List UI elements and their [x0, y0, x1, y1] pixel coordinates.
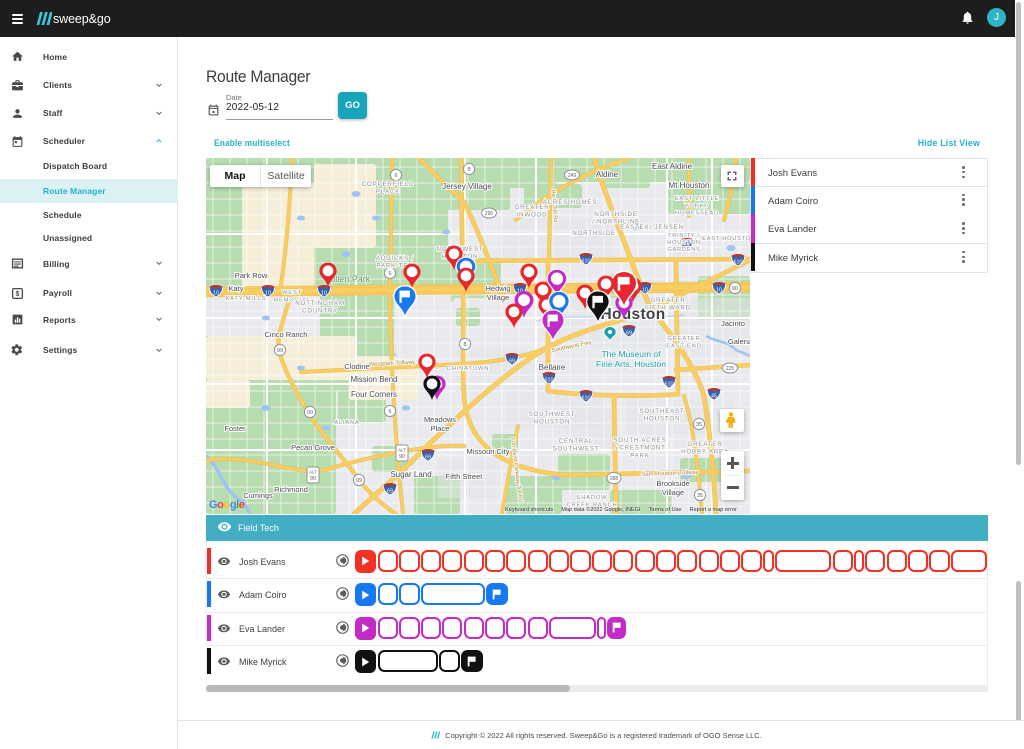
svg-text:Village: Village	[487, 293, 509, 302]
svg-text:Aldine: Aldine	[596, 170, 619, 179]
svg-text:10: 10	[642, 288, 648, 294]
svg-text:INWOOD: INWOOD	[517, 212, 548, 219]
svg-text:Houston: Houston	[601, 306, 666, 323]
svg-text:Fifth Street: Fifth Street	[446, 472, 484, 481]
svg-text:CENTRAL: CENTRAL	[559, 438, 593, 445]
svg-text:Galena: Galena	[728, 337, 750, 346]
svg-text:HOUSTON: HOUSTON	[667, 240, 700, 246]
svg-text:EAST HOUSTON: EAST HOUSTON	[702, 236, 750, 242]
svg-text:EASTEX/ JENSEN: EASTEX/ JENSEN	[620, 224, 683, 231]
svg-text:Brookside: Brookside	[656, 479, 689, 488]
svg-text:Missouri City: Missouri City	[467, 447, 510, 456]
svg-text:Foster: Foster	[224, 424, 246, 433]
svg-text:SOUTHWEST: SOUTHWEST	[553, 446, 600, 453]
svg-text:Cumings: Cumings	[243, 491, 273, 500]
svg-text:$: $	[15, 290, 19, 297]
svg-text:610: 610	[545, 378, 554, 384]
svg-text:35: 35	[697, 493, 703, 499]
svg-text:90: 90	[732, 286, 738, 292]
svg-text:Sugar Land: Sugar Land	[390, 470, 431, 479]
svg-text:ALIANA: ALIANA	[334, 420, 359, 426]
svg-text:COPPERFIELD: COPPERFIELD	[362, 181, 414, 188]
svg-text:Clodine: Clodine	[344, 362, 369, 371]
svg-text:610: 610	[582, 259, 591, 265]
svg-text:CHINATOWN: CHINATOWN	[447, 366, 489, 372]
svg-text:288: 288	[610, 476, 619, 482]
svg-text:6: 6	[388, 409, 391, 415]
svg-text:Cinco Ranch: Cinco Ranch	[265, 330, 308, 339]
svg-text:10: 10	[716, 288, 722, 294]
svg-text:Hedwig: Hedwig	[485, 284, 510, 293]
svg-text:Village: Village	[662, 488, 684, 497]
svg-text:Park Row: Park Row	[235, 271, 268, 280]
svg-text:TRINITY /: TRINITY /	[668, 233, 700, 239]
svg-text:Meadows: Meadows	[424, 415, 456, 424]
svg-text:69: 69	[626, 331, 632, 337]
svg-text:HOUSTON: HOUSTON	[534, 419, 570, 426]
svg-text:Mission Bend: Mission Bend	[351, 375, 398, 384]
svg-text:NORTHSIDE: NORTHSIDE	[572, 230, 616, 237]
svg-text:6: 6	[394, 173, 397, 179]
svg-text:SOUTH ACRES: SOUTH ACRES	[613, 437, 666, 444]
svg-text:ADDICKS /: ADDICKS /	[376, 255, 414, 262]
svg-text:COUNTRY: COUNTRY	[302, 308, 338, 315]
svg-text:HOUSTON: HOUSTON	[644, 416, 680, 423]
svg-text:69: 69	[425, 455, 431, 461]
svg-text:Katy: Katy	[228, 284, 243, 293]
svg-text:GARDENS: GARDENS	[667, 247, 700, 253]
svg-text:Place: Place	[431, 424, 450, 433]
svg-text:Fine Arts, Houston: Fine Arts, Houston	[596, 359, 666, 369]
svg-text:GREATER: GREATER	[650, 297, 685, 304]
svg-text:8: 8	[463, 342, 466, 348]
svg-text:East Aldine: East Aldine	[652, 162, 693, 171]
svg-text:69: 69	[387, 489, 393, 495]
svg-text:ACRES HOMES: ACRES HOMES	[543, 199, 598, 206]
svg-text:290: 290	[485, 211, 494, 217]
svg-text:Jacinto: Jacinto	[721, 319, 745, 328]
svg-text:225: 225	[726, 366, 735, 372]
svg-text:KATY MILLS: KATY MILLS	[226, 296, 267, 302]
svg-text:45: 45	[711, 394, 717, 400]
svg-text:Pecan Grove: Pecan Grove	[291, 443, 335, 452]
svg-text:90: 90	[399, 454, 405, 460]
svg-text:SOUTHEAST: SOUTHEAST	[639, 408, 684, 415]
svg-text:/ CRESTMONT: / CRESTMONT	[614, 445, 665, 452]
svg-text:610: 610	[582, 396, 591, 402]
svg-text:99: 99	[307, 410, 313, 416]
svg-text:Richmond: Richmond	[274, 485, 308, 494]
svg-text:610: 610	[734, 260, 743, 266]
svg-text:249: 249	[568, 173, 577, 179]
svg-text:NOTTINGHAM: NOTTINGHAM	[295, 300, 345, 307]
svg-text:99: 99	[277, 348, 283, 354]
svg-text:Jersey Village: Jersey Village	[442, 182, 492, 191]
svg-text:PARK: PARK	[630, 452, 650, 459]
svg-text:WEST: WEST	[282, 290, 302, 296]
svg-text:GREATER: GREATER	[667, 336, 700, 342]
svg-text:10: 10	[213, 291, 219, 297]
svg-text:ALT: ALT	[309, 470, 317, 475]
svg-text:10: 10	[321, 291, 327, 297]
svg-text:GREATER: GREATER	[687, 441, 722, 448]
svg-text:HOMESTEAD: HOMESTEAD	[675, 211, 719, 217]
svg-text:ALT: ALT	[398, 448, 406, 453]
svg-text:90: 90	[310, 476, 316, 482]
svg-text:Bellaire: Bellaire	[539, 363, 566, 372]
svg-text:EAST LITTLE: EAST LITTLE	[675, 196, 719, 202]
svg-text:YORK /: YORK /	[685, 203, 709, 209]
svg-text:SHADOW: SHADOW	[577, 495, 608, 501]
svg-text:6: 6	[388, 271, 391, 277]
svg-text:The Museum of: The Museum of	[601, 349, 661, 359]
svg-text:69: 69	[509, 359, 515, 365]
svg-text:Mt Houston: Mt Houston	[669, 181, 710, 190]
svg-text:SOUTHWEST: SOUTHWEST	[529, 411, 576, 418]
svg-text:35: 35	[696, 422, 702, 428]
svg-text:99: 99	[356, 478, 362, 484]
svg-text:Four Corners: Four Corners	[351, 390, 397, 399]
svg-text:610: 610	[665, 382, 674, 388]
svg-text:NORTHSIDE: NORTHSIDE	[594, 211, 638, 218]
svg-text:8: 8	[467, 167, 470, 173]
svg-text:PLACE: PLACE	[376, 189, 400, 196]
svg-text:EAST END: EAST END	[666, 343, 701, 349]
